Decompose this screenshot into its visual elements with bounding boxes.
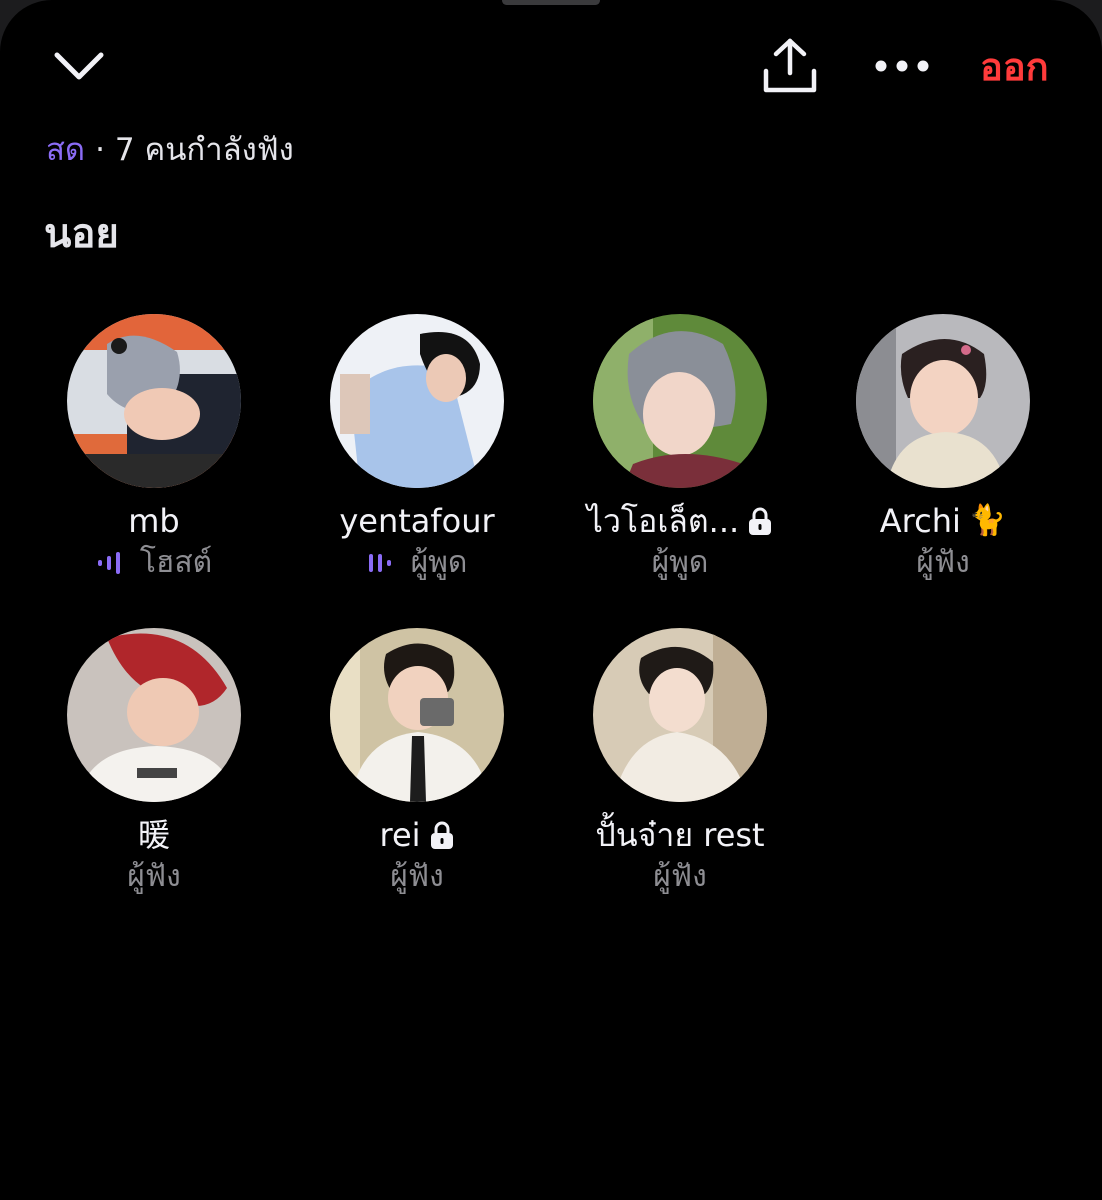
lock-icon — [429, 820, 455, 850]
avatar — [330, 628, 504, 802]
participant-card[interactable]: 暖 ผู้ฟัง — [22, 628, 286, 896]
participant-card[interactable]: rei ผู้ฟัง — [285, 628, 549, 896]
participant-card[interactable]: Archi 🐈 ผู้ฟัง — [811, 314, 1075, 582]
chevron-down-icon — [54, 52, 104, 80]
participant-role: ผู้ฟัง — [390, 859, 444, 894]
participant-card[interactable]: yentafour ผู้พูด — [285, 314, 549, 582]
participant-name: ไวโอเล็ต... — [548, 498, 812, 544]
participant-card[interactable]: ปั้นจ๋าย rest ผู้ฟัง — [548, 628, 812, 896]
space-sheet: ออก สด · 7 คนกำลังฟัง นอย mb โฮสต์ yenta… — [0, 0, 1102, 1200]
avatar — [593, 314, 767, 488]
lock-icon — [747, 506, 773, 536]
participant-role: ผู้พูด — [285, 544, 549, 582]
participant-name: rei — [285, 812, 549, 858]
participant-name: 暖 — [137, 816, 170, 854]
avatar — [593, 628, 767, 802]
participant-role: ผู้ฟัง — [916, 545, 970, 580]
leave-button[interactable]: ออก — [980, 42, 1049, 92]
share-icon — [763, 38, 817, 93]
collapse-button[interactable] — [48, 38, 110, 94]
more-options-button[interactable] — [870, 44, 934, 88]
avatar — [67, 628, 241, 802]
participant-name: Archi 🐈 — [811, 498, 1075, 544]
more-icon — [875, 60, 929, 72]
room-title: นอย — [44, 211, 119, 257]
participant-card[interactable]: ไวโอเล็ต... ผู้พูด — [548, 314, 812, 582]
live-status: สด · 7 คนกำลังฟัง — [46, 128, 294, 172]
share-button[interactable] — [756, 34, 824, 98]
listener-count: 7 คนกำลังฟัง — [114, 132, 294, 168]
avatar — [856, 314, 1030, 488]
participant-role: ผู้ฟัง — [127, 859, 181, 894]
participant-role: โฮสต์ — [22, 544, 286, 582]
avatar — [67, 314, 241, 488]
avatar — [330, 314, 504, 488]
cat-emoji-icon: 🐈 — [968, 503, 1007, 538]
participant-name: mb — [128, 502, 180, 540]
participant-role: ผู้พูด — [651, 545, 709, 580]
top-bar: ออก — [0, 0, 1102, 130]
participant-role: ผู้ฟัง — [653, 859, 707, 894]
speaking-indicator-icon — [97, 552, 120, 574]
status-separator: · — [95, 132, 105, 168]
speaking-indicator-icon — [368, 554, 391, 572]
live-label: สด — [46, 132, 86, 168]
participant-card[interactable]: mb โฮสต์ — [22, 314, 286, 582]
participant-name: yentafour — [339, 502, 495, 540]
participant-name: ปั้นจ๋าย rest — [595, 816, 765, 854]
